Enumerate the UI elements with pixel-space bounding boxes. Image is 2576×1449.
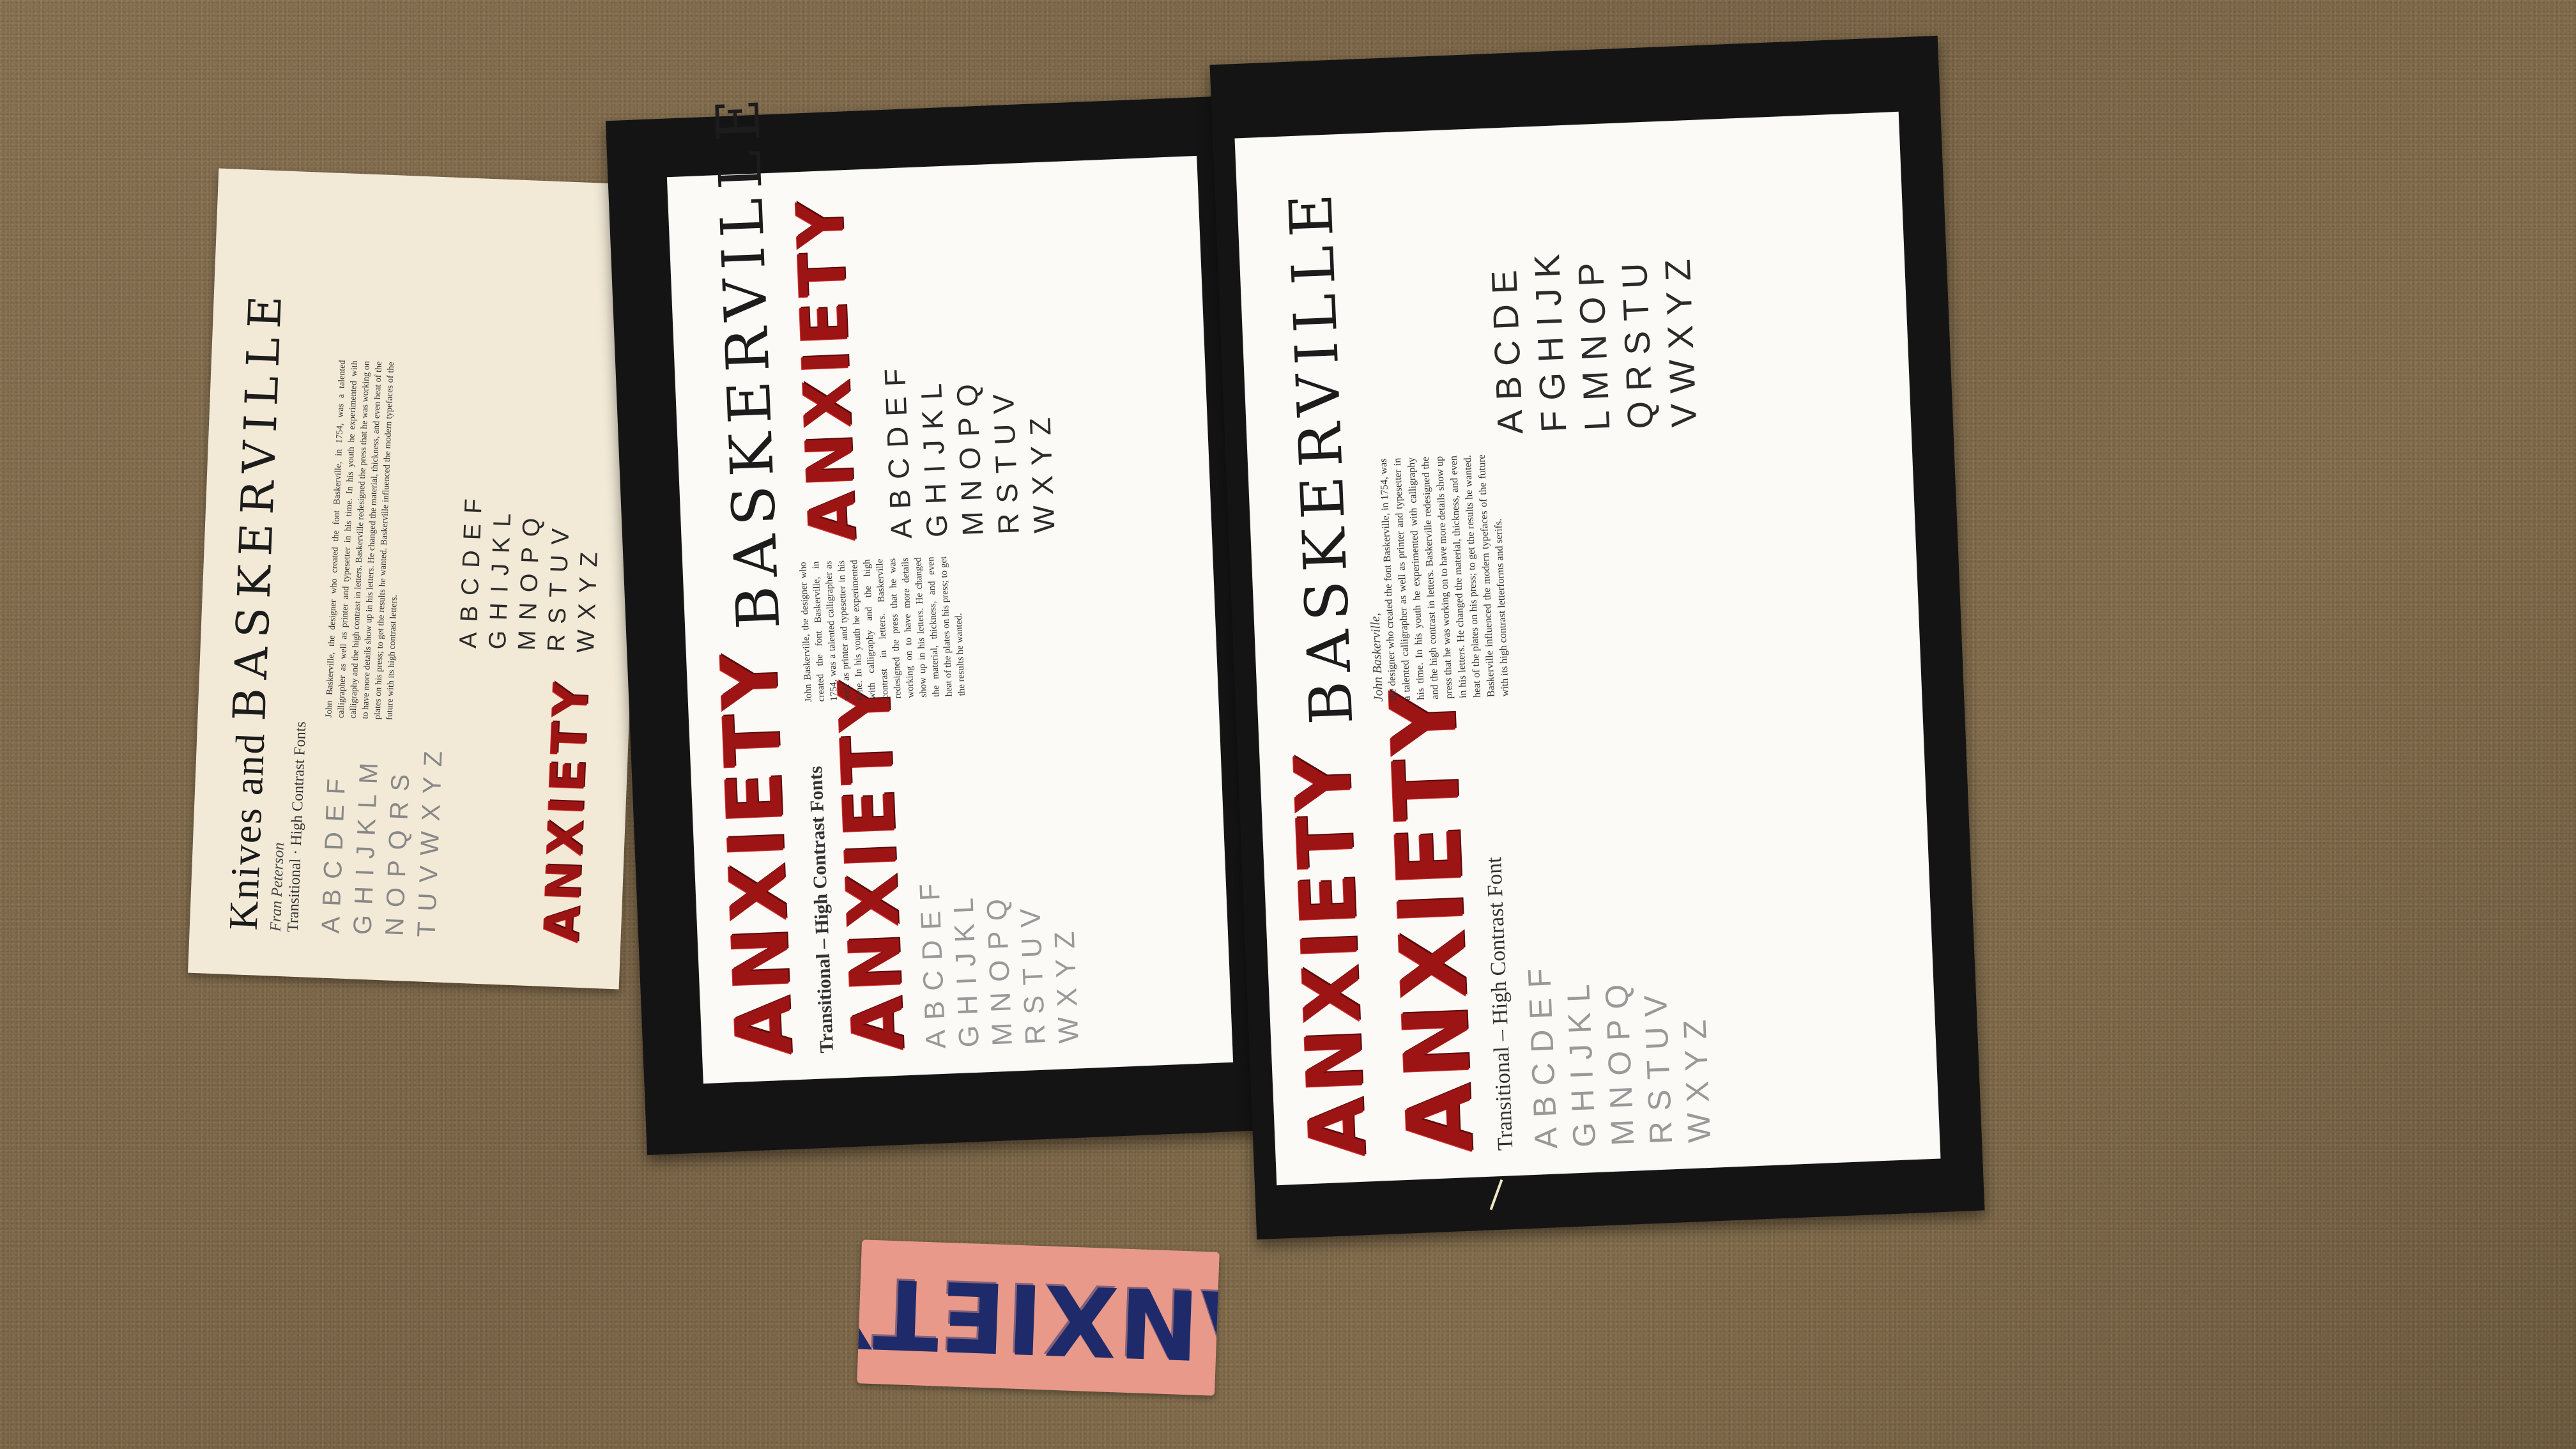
small-poster-alphabet-right: ABCDEF GHIJKL MNOPQ RSTUV WXYZ bbox=[454, 488, 606, 654]
right-anxiety-mid: ANXIETY bbox=[1371, 682, 1494, 1156]
alphabet-row: LMNOP bbox=[1570, 251, 1618, 432]
middle-poster-content: ANXIETY BASKERVILLE Transitional – High … bbox=[687, 88, 1086, 1057]
middle-body: John Baskerville, the designer who creat… bbox=[798, 556, 967, 703]
middle-anxiety-mid: ANXIETY bbox=[823, 673, 920, 1053]
alphabet-row: ABCDE bbox=[1483, 259, 1531, 435]
small-poster-title: Knives and bbox=[220, 731, 273, 931]
right-alphabet-right: ABCDE FGHIJK LMNOP QRSTU VWXYZ bbox=[1482, 238, 1706, 435]
right-anxiety-top: ANXIETY bbox=[1278, 748, 1384, 1160]
middle-alphabet: ABCDEF GHIJKL MNOPQ RSTUV WXYZ bbox=[907, 710, 1086, 1049]
right-title-font: BASKERVILLE bbox=[1276, 183, 1367, 726]
middle-poster: ANXIETY BASKERVILLE Transitional – High … bbox=[666, 88, 1234, 1084]
right-body: the designer who created the font Basker… bbox=[1377, 454, 1511, 702]
middle-anxiety-bottom: ANXIETY bbox=[782, 195, 871, 543]
middle-alphabet-right: ABCDEF GHIJKL MNOPQ RSTUV WXYZ bbox=[870, 187, 1062, 539]
small-poster-alphabet: ABCDEF GHIJKLM NOPQRS TUVWXYZ bbox=[315, 737, 450, 938]
alphabet-row: WXYZ bbox=[572, 541, 604, 654]
right-poster-content: ANXIETY BASKERVILLE ANXIETY Transitional… bbox=[1255, 146, 1735, 1159]
alphabet-row: FGHIJK bbox=[1526, 243, 1574, 434]
small-poster: Knives and BASKERVILLE Fran Peterson Tra… bbox=[188, 168, 650, 990]
stamp-text: ANXIETY bbox=[857, 1254, 1220, 1382]
photo-scene: Knives and BASKERVILLE Fran Peterson Tra… bbox=[0, 0, 2576, 1449]
small-poster-content: Knives and BASKERVILLE Fran Peterson Tra… bbox=[215, 208, 617, 944]
small-poster-anxiety: ANXIETY bbox=[534, 677, 600, 944]
small-poster-body: John Baskerville, the designer who creat… bbox=[324, 360, 400, 721]
middle-anxiety-top: ANXIETY bbox=[705, 647, 811, 1057]
right-alphabet: ABCDEF GHIJKL MNOPQ RSTUV WXYZ bbox=[1510, 708, 1719, 1150]
rubber-stamp: ANXIETY bbox=[857, 1239, 1220, 1396]
right-poster: ANXIETY BASKERVILLE ANXIETY Transitional… bbox=[1234, 111, 1941, 1186]
alphabet-row: QRSTU bbox=[1613, 252, 1661, 430]
alphabet-row: VWXYZ bbox=[1657, 248, 1705, 428]
